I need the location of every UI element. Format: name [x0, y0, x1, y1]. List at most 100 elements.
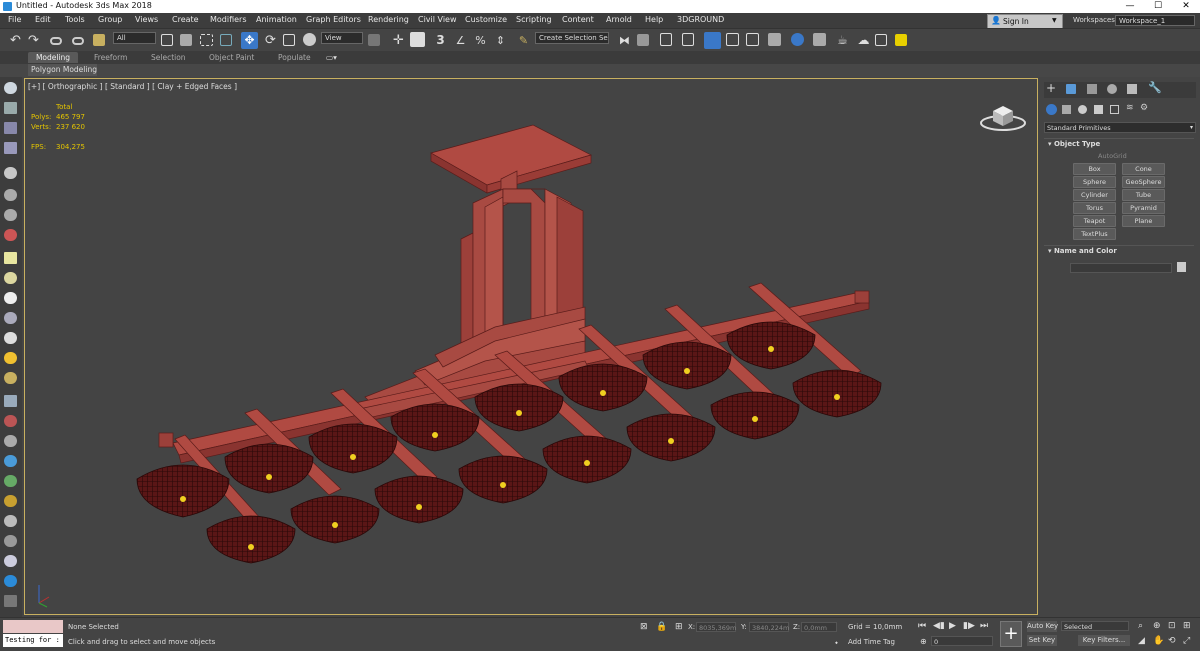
viewport-icon[interactable]: [4, 82, 17, 94]
container-icon[interactable]: [4, 142, 17, 154]
redo-icon[interactable]: ↷: [26, 33, 41, 48]
helpers-category-icon[interactable]: [1110, 105, 1119, 114]
render-setup-icon[interactable]: [791, 33, 804, 46]
explorer-icon[interactable]: [4, 122, 17, 134]
select-and-rotate-icon[interactable]: ⟳: [263, 33, 278, 48]
go-to-end-icon[interactable]: ⏭: [980, 621, 988, 631]
undo-icon[interactable]: ↶: [8, 33, 23, 48]
primitive-type-dropdown[interactable]: Standard Primitives ▾: [1044, 122, 1196, 133]
y-coordinate-field[interactable]: 3840,224m: [749, 622, 789, 632]
set-key-button[interactable]: Set Key: [1027, 635, 1057, 646]
menu-edit[interactable]: Edit: [35, 15, 51, 24]
layer-explorer-icon[interactable]: [682, 33, 694, 46]
z-coordinate-field[interactable]: 0,0mm: [801, 622, 837, 632]
tab-populate[interactable]: Populate: [274, 52, 315, 63]
absolute-mode-icon[interactable]: ⊞: [675, 622, 683, 632]
menu-graph-editors[interactable]: Graph Editors: [306, 15, 361, 24]
shapes-category-icon[interactable]: [1062, 105, 1071, 114]
selection-filter-dropdown[interactable]: All: [113, 32, 156, 44]
render-in-cloud-icon[interactable]: ☁: [856, 33, 871, 48]
sun-light-icon[interactable]: [4, 352, 17, 364]
select-and-move-icon[interactable]: ✥: [241, 32, 258, 49]
cylinder-button[interactable]: Cylinder: [1073, 189, 1116, 201]
systems-category-icon[interactable]: ⚙: [1140, 103, 1148, 113]
set-keys-button[interactable]: +: [1000, 621, 1022, 647]
unlink-icon[interactable]: [72, 37, 84, 45]
textplus-button[interactable]: TextPlus: [1073, 228, 1116, 240]
add-time-tag-button[interactable]: Add Time Tag: [848, 638, 895, 646]
go-to-start-icon[interactable]: ⏮: [918, 621, 926, 631]
snaps-toggle-icon[interactable]: 3: [433, 33, 448, 48]
zoom-icon[interactable]: ⌕: [1138, 621, 1143, 631]
menu-civil-view[interactable]: Civil View: [418, 15, 457, 24]
autogrid-checkbox[interactable]: AutoGrid: [1098, 152, 1127, 160]
sphere-button[interactable]: Sphere: [1073, 176, 1116, 188]
menu-scripting[interactable]: Scripting: [516, 15, 552, 24]
x-coordinate-field[interactable]: 8035,369m: [696, 622, 736, 632]
reference-coordinate-dropdown[interactable]: View: [321, 32, 363, 44]
name-and-color-title[interactable]: ▾ Name and Color: [1048, 247, 1117, 255]
pan-icon[interactable]: ✋: [1153, 636, 1164, 646]
selection-set-dropdown[interactable]: Selected: [1061, 621, 1129, 631]
angle-snap-icon[interactable]: ∠: [453, 33, 468, 48]
play-icon[interactable]: ▶: [949, 621, 956, 631]
pyramid-button[interactable]: Pyramid: [1122, 202, 1165, 214]
geosphere-primitive-icon[interactable]: [4, 292, 17, 304]
object-type-title[interactable]: ▾ Object Type: [1048, 140, 1100, 148]
tab-modeling[interactable]: Modeling: [28, 52, 78, 63]
menu-arnold[interactable]: Arnold: [606, 15, 632, 24]
selection-lock-icon[interactable]: 🔒: [656, 622, 667, 632]
menu-content[interactable]: Content: [562, 15, 594, 24]
menu-help[interactable]: Help: [645, 15, 663, 24]
create-tab-icon[interactable]: +: [1046, 81, 1056, 95]
mesh-icon[interactable]: [4, 535, 17, 547]
box-button[interactable]: Box: [1073, 163, 1116, 175]
cone-button[interactable]: Cone: [1122, 163, 1165, 175]
plugin-icon[interactable]: [895, 34, 907, 46]
hierarchy-tab-icon[interactable]: [1087, 84, 1097, 94]
menu-rendering[interactable]: Rendering: [368, 15, 409, 24]
maxscript-listener-input[interactable]: Testing for :: [3, 634, 63, 647]
space-warps-category-icon[interactable]: ≋: [1126, 103, 1134, 113]
menu-modifiers[interactable]: Modifiers: [210, 15, 247, 24]
orbit-icon[interactable]: ⟲: [1168, 636, 1176, 646]
helper-icon[interactable]: [4, 189, 17, 201]
tube-button[interactable]: Tube: [1122, 189, 1165, 201]
mirror-icon[interactable]: ⧓: [617, 33, 632, 48]
zoom-extents-icon[interactable]: ⊡: [1168, 621, 1176, 631]
menu-customize[interactable]: Customize: [465, 15, 507, 24]
next-frame-icon[interactable]: ▮▶: [963, 621, 975, 631]
field-of-view-icon[interactable]: ◢: [1138, 636, 1145, 646]
more-tools-icon[interactable]: [4, 595, 17, 607]
minimize-button[interactable]: —: [1116, 0, 1144, 13]
tab-freeform[interactable]: Freeform: [90, 52, 131, 63]
cameras-category-icon[interactable]: [1094, 105, 1103, 114]
particle-icon[interactable]: [4, 395, 17, 407]
character-icon[interactable]: [4, 435, 17, 447]
maximize-viewport-icon[interactable]: ⤢: [1183, 636, 1190, 646]
curve-editor-icon[interactable]: [726, 33, 739, 46]
sign-in-dropdown[interactable]: 👤 Sign In ▼: [987, 14, 1063, 29]
modifier-icon[interactable]: [4, 229, 17, 241]
a360-gallery-icon[interactable]: [875, 34, 887, 46]
chandelier-model[interactable]: [25, 79, 1037, 614]
geometry-category-icon[interactable]: [1046, 104, 1057, 115]
material-editor-icon[interactable]: [768, 33, 781, 46]
workspace-select[interactable]: Workspace_1: [1115, 15, 1195, 26]
key-filters-button[interactable]: Key Filters...: [1078, 635, 1130, 646]
edit-named-selection-icon[interactable]: ✎: [516, 33, 531, 48]
spinner-snap-icon[interactable]: ⇕: [493, 33, 508, 48]
maxscript-listener-top[interactable]: [3, 620, 63, 633]
perspective-viewport[interactable]: [+] [ Orthographic ] [ Standard ] [ Clay…: [24, 78, 1038, 615]
scene-explorer-icon[interactable]: [660, 33, 672, 46]
torus-button[interactable]: Torus: [1073, 202, 1116, 214]
camera-icon[interactable]: [4, 209, 17, 221]
auto-key-button[interactable]: Auto Key: [1027, 621, 1058, 632]
schematic-view-icon[interactable]: [746, 33, 759, 46]
arnold-icon[interactable]: [4, 575, 17, 587]
close-button[interactable]: ✕: [1172, 0, 1200, 13]
link-icon[interactable]: [50, 37, 62, 45]
plane-button[interactable]: Plane: [1122, 215, 1165, 227]
rendered-frame-window-icon[interactable]: [813, 33, 826, 46]
key-mode-icon[interactable]: ⊕: [920, 637, 927, 646]
